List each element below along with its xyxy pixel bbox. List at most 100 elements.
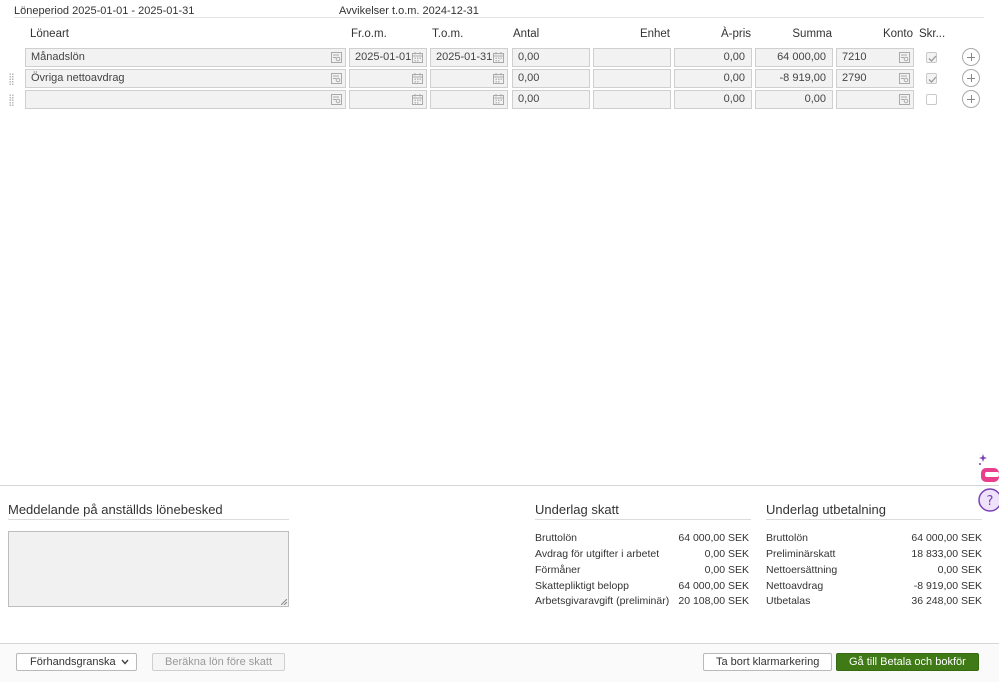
summary-value: 0,00 SEK	[704, 564, 749, 576]
summary-value: 64 000,00 SEK	[678, 532, 749, 544]
loneart-value: Månadslön	[31, 51, 85, 63]
summary-value: 64 000,00 SEK	[678, 580, 749, 592]
check-icon	[928, 76, 937, 83]
konto-field[interactable]: 7210	[836, 48, 914, 67]
summary-row: Avdrag för utgifter i arbetet 0,00 SEK	[535, 548, 749, 562]
to-date-field[interactable]	[430, 69, 508, 88]
loneart-field[interactable]: Månadslön	[25, 48, 346, 67]
summary-row: Preliminärskatt 18 833,00 SEK	[766, 548, 982, 562]
apris-field[interactable]: 0,00	[674, 90, 752, 109]
underlag-skatt-title: Underlag skatt	[535, 502, 619, 517]
antal-field[interactable]: 0,00	[512, 90, 590, 109]
to-date-field[interactable]: 2025-01-31	[430, 48, 508, 67]
to-date-field[interactable]	[430, 90, 508, 109]
calendar-icon[interactable]	[412, 73, 423, 84]
from-date-field[interactable]	[349, 69, 427, 88]
summary-label: Bruttolön	[766, 532, 809, 544]
summary-label: Skattepliktigt belopp	[535, 580, 629, 592]
underlag-skatt-underline	[535, 519, 751, 520]
lookup-icon[interactable]	[331, 52, 342, 63]
lookup-icon[interactable]	[899, 52, 910, 63]
summary-label: Bruttolön	[535, 532, 578, 544]
apris-field[interactable]: 0,00	[674, 48, 752, 67]
konto-value: 2790	[842, 72, 867, 84]
col-header-antal: Antal	[513, 28, 540, 40]
summary-row: Skattepliktigt belopp 64 000,00 SEK	[535, 580, 749, 594]
summary-label: Utbetalas	[766, 595, 811, 607]
add-row-button[interactable]	[962, 69, 980, 87]
col-header-summa: Summa	[792, 28, 832, 40]
add-row-button[interactable]	[962, 48, 980, 66]
from-date-field[interactable]: 2025-01-01	[349, 48, 427, 67]
summary-value: -8 919,00 SEK	[913, 580, 982, 592]
summary-label: Förmåner	[535, 564, 581, 576]
summary-label: Avdrag för utgifter i arbetet	[535, 548, 660, 560]
summary-value: 36 248,00 SEK	[911, 595, 982, 607]
table-row: 0,00 0,00 0,00	[0, 90, 999, 109]
calendar-icon[interactable]	[493, 94, 504, 105]
summary-row: Arbetsgivaravgift (preliminär) 20 108,00 …	[535, 595, 749, 609]
loneart-field[interactable]	[25, 90, 346, 109]
col-header-skr: Skr...	[919, 28, 946, 40]
enhet-field[interactable]	[593, 90, 671, 109]
resize-grip-icon[interactable]	[281, 599, 287, 605]
col-header-enhet: Enhet	[639, 28, 670, 40]
summary-value: 20 108,00 SEK	[678, 595, 749, 607]
summa-field[interactable]: 0,00	[755, 90, 833, 109]
calculate-salary-button[interactable]: Beräkna lön före skatt	[152, 653, 286, 671]
calendar-icon[interactable]	[493, 73, 504, 84]
calendar-icon[interactable]	[493, 52, 504, 63]
underlag-utbetalning-underline	[766, 519, 982, 520]
add-row-button[interactable]	[962, 90, 980, 108]
period-bar: Löneperiod 2025-01-01 - 2025-01-31 Avvik…	[14, 5, 984, 18]
lookup-icon[interactable]	[899, 73, 910, 84]
summary-value: 64 000,00 SEK	[911, 532, 982, 544]
drag-handle-icon[interactable]	[9, 94, 14, 106]
drag-handle-icon[interactable]	[9, 73, 14, 85]
skr-checkbox[interactable]	[926, 94, 937, 105]
enhet-field[interactable]	[593, 48, 671, 67]
preview-dropdown-button[interactable]: Förhandsgranska	[16, 653, 137, 671]
konto-field[interactable]	[836, 90, 914, 109]
remove-mark-button[interactable]: Ta bort klarmarkering	[703, 653, 833, 671]
col-header-loneart: Löneart	[30, 28, 70, 40]
col-header-konto: Konto	[882, 28, 913, 40]
summary-row: Bruttolön 64 000,00 SEK	[535, 532, 749, 546]
skr-checkbox[interactable]	[926, 73, 937, 84]
summary-label: Nettoavdrag	[766, 580, 824, 592]
preview-label: Förhandsgranska	[30, 656, 116, 668]
calendar-icon[interactable]	[412, 52, 423, 63]
calendar-icon[interactable]	[412, 94, 423, 105]
lookup-icon[interactable]	[899, 94, 910, 105]
from-date-field[interactable]	[349, 90, 427, 109]
summa-field[interactable]: -8 919,00	[755, 69, 833, 88]
summary-row: Bruttolön 64 000,00 SEK	[766, 532, 982, 546]
help-icon[interactable]: ?	[977, 452, 999, 518]
summary-value: 0,00 SEK	[937, 564, 982, 576]
summary-value: 18 833,00 SEK	[911, 548, 982, 560]
enhet-field[interactable]	[593, 69, 671, 88]
svg-text:?: ?	[987, 494, 994, 509]
go-to-pay-button[interactable]: Gå till Betala och bokför	[836, 653, 979, 671]
lookup-icon[interactable]	[331, 94, 342, 105]
summary-value: 0,00 SEK	[704, 548, 749, 560]
skr-checkbox[interactable]	[926, 52, 937, 63]
loneart-field[interactable]: Övriga nettoavdrag	[25, 69, 346, 88]
deviations-label: Avvikelser t.o.m. 2024-12-31	[339, 5, 479, 17]
konto-field[interactable]: 2790	[836, 69, 914, 88]
summa-field[interactable]: 64 000,00	[755, 48, 833, 67]
antal-field[interactable]: 0,00	[512, 48, 590, 67]
col-header-apris: À-pris	[720, 28, 751, 40]
period-label: Löneperiod 2025-01-01 - 2025-01-31	[14, 5, 195, 17]
message-textarea[interactable]	[8, 531, 289, 607]
col-header-from: Fr.o.m.	[351, 28, 387, 40]
summary-label: Arbetsgivaravgift (preliminär)	[535, 595, 670, 607]
apris-field[interactable]: 0,00	[674, 69, 752, 88]
antal-field[interactable]: 0,00	[512, 69, 590, 88]
section-divider	[0, 485, 999, 486]
summary-row: Nettoavdrag -8 919,00 SEK	[766, 580, 982, 594]
message-title: Meddelande på anställds lönebesked	[8, 502, 223, 517]
check-icon	[928, 55, 937, 62]
summary-row: Utbetalas 36 248,00 SEK	[766, 595, 982, 609]
lookup-icon[interactable]	[331, 73, 342, 84]
